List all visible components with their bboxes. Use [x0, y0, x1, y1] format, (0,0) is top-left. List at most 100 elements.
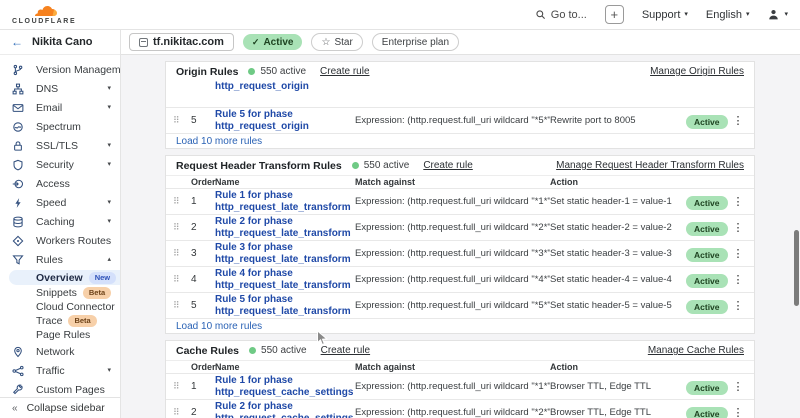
- drag-handle-icon[interactable]: [173, 381, 191, 392]
- drag-handle-icon[interactable]: [173, 248, 191, 259]
- kebab-menu-icon[interactable]: [733, 273, 744, 286]
- spectrum-icon: [12, 120, 25, 133]
- status-badge: Active: [686, 300, 728, 314]
- active-dot-icon: [352, 162, 359, 169]
- sidebar-nav: Version Management DNS Email Spectrum SS…: [0, 55, 120, 397]
- drag-handle-icon[interactable]: [173, 274, 191, 285]
- sidebar-item-spectrum[interactable]: Spectrum: [0, 117, 120, 136]
- sidebar-item-overview[interactable]: Overview New: [9, 270, 120, 285]
- drag-handle-icon[interactable]: [173, 115, 191, 126]
- sidebar-item-workers-routes[interactable]: Workers Routes: [0, 231, 120, 250]
- account-header[interactable]: Nikita Cano: [0, 30, 120, 55]
- sidebar-item-custom-pages[interactable]: Custom Pages: [0, 380, 120, 397]
- sidebar-item-snippets[interactable]: Snippets Beta: [0, 286, 120, 299]
- search-label: Go to...: [551, 9, 587, 21]
- origin-rules-section: Origin Rules 550 active Create rule Mana…: [165, 61, 755, 149]
- sidebar-item-cloud-connector[interactable]: Cloud Connector Beta: [0, 300, 120, 313]
- search-icon: [535, 9, 546, 20]
- add-site-button[interactable]: [605, 5, 624, 24]
- chevron-down-icon: [107, 218, 111, 225]
- table-row[interactable]: 3 Rule 3 for phase http_request_late_tra…: [166, 240, 754, 266]
- sidebar-item-trace[interactable]: Trace Beta: [0, 314, 120, 327]
- rule-name-link[interactable]: Rule 5 for phase http_request_origin: [215, 109, 355, 133]
- kebab-menu-icon[interactable]: [733, 114, 744, 127]
- check-icon: [252, 37, 260, 48]
- sidebar-item-network[interactable]: Network: [0, 342, 120, 361]
- zone-selector-button[interactable]: tf.nikitac.com: [129, 33, 234, 51]
- cloudflare-logo[interactable]: CLOUDFLARE: [12, 4, 76, 25]
- manage-origin-rules-link[interactable]: Manage Origin Rules: [650, 66, 744, 77]
- lock-icon: [12, 139, 25, 152]
- beta-badge: Beta: [83, 287, 111, 299]
- drag-handle-icon[interactable]: [173, 196, 191, 207]
- wrench-icon: [12, 383, 25, 396]
- route-icon: [12, 234, 25, 247]
- rule-name-link[interactable]: Rule 3 for phase http_request_late_trans…: [215, 242, 355, 266]
- kebab-menu-icon[interactable]: [733, 221, 744, 234]
- table-row[interactable]: 1 Rule 1 for phase http_request_cache_se…: [166, 373, 754, 399]
- chevron-down-icon: [684, 11, 688, 18]
- drag-handle-icon[interactable]: [173, 300, 191, 311]
- sidebar-item-dns[interactable]: DNS: [0, 79, 120, 98]
- rule-name-link[interactable]: Rule 2 for phase http_request_late_trans…: [215, 216, 355, 240]
- collapse-sidebar-button[interactable]: Collapse sidebar: [0, 397, 120, 418]
- git-branch-icon: [12, 63, 25, 76]
- create-origin-rule-link[interactable]: Create rule: [320, 66, 369, 77]
- manage-cache-rules-link[interactable]: Manage Cache Rules: [648, 345, 744, 356]
- chevron-up-icon: [107, 256, 111, 263]
- back-arrow-icon[interactable]: [11, 35, 23, 49]
- rule-name-link[interactable]: Rule 1 for phase http_request_cache_sett…: [215, 375, 355, 399]
- sidebar-item-caching[interactable]: Caching: [0, 212, 120, 231]
- table-row[interactable]: 5 Rule 5 for phase http_request_late_tra…: [166, 292, 754, 318]
- kebab-menu-icon[interactable]: [733, 299, 744, 312]
- origin-load-more: Load 10 more rules: [166, 133, 754, 149]
- sidebar-item-speed[interactable]: Speed: [0, 193, 120, 212]
- sidebar-item-email[interactable]: Email: [0, 98, 120, 117]
- vertical-scrollbar[interactable]: [794, 230, 799, 306]
- sidebar-item-rules[interactable]: Rules: [0, 250, 120, 269]
- rule-name-link[interactable]: Rule 5 for phase http_request_late_trans…: [215, 294, 355, 318]
- language-menu[interactable]: English: [706, 9, 750, 21]
- create-cache-rule-link[interactable]: Create rule: [321, 345, 370, 356]
- sidebar-item-ssl-tls[interactable]: SSL/TLS: [0, 136, 120, 155]
- rule-name-link[interactable]: Rule 4 for phase http_request_late_trans…: [215, 268, 355, 292]
- manage-transform-rules-link[interactable]: Manage Request Header Transform Rules: [556, 160, 744, 171]
- table-row-clipped[interactable]: http_request_origin: [166, 81, 754, 107]
- create-transform-rule-link[interactable]: Create rule: [423, 160, 472, 171]
- table-column-headers: Order Name Match against Action: [166, 175, 754, 188]
- sidebar-item-version-management[interactable]: Version Management: [0, 60, 120, 79]
- cache-rules-header: Cache Rules 550 active Create rule Manag…: [166, 341, 754, 360]
- kebab-menu-icon[interactable]: [733, 195, 744, 208]
- rule-name-link[interactable]: Rule 1 for phase http_request_late_trans…: [215, 190, 355, 214]
- drag-handle-icon[interactable]: [173, 407, 191, 418]
- star-button[interactable]: Star: [311, 33, 362, 51]
- bolt-icon: [12, 196, 25, 209]
- sidebar-item-traffic[interactable]: Traffic: [0, 361, 120, 380]
- beta-badge: Beta: [68, 315, 96, 327]
- chevron-down-icon: [107, 104, 111, 111]
- drag-handle-icon[interactable]: [173, 222, 191, 233]
- table-row[interactable]: 5 Rule 5 for phase http_request_origin E…: [166, 107, 754, 133]
- table-row[interactable]: 2 Rule 2 for phase http_request_cache_se…: [166, 399, 754, 418]
- sidebar-item-page-rules[interactable]: Page Rules: [0, 328, 120, 341]
- sidebar-item-access[interactable]: Access: [0, 174, 120, 193]
- kebab-menu-icon[interactable]: [733, 406, 744, 418]
- sidebar-item-security[interactable]: Security: [0, 155, 120, 174]
- load-more-link[interactable]: Load 10 more rules: [176, 136, 262, 147]
- star-icon: [321, 37, 330, 48]
- kebab-menu-icon[interactable]: [733, 380, 744, 393]
- zone-status-badge: Active: [243, 34, 303, 50]
- chevron-down-icon: [107, 367, 111, 374]
- table-row[interactable]: 2 Rule 2 for phase http_request_late_tra…: [166, 214, 754, 240]
- table-row[interactable]: 1 Rule 1 for phase http_request_late_tra…: [166, 188, 754, 214]
- active-dot-icon: [248, 68, 255, 75]
- support-menu[interactable]: Support: [642, 9, 688, 21]
- global-search[interactable]: Go to...: [535, 9, 587, 21]
- load-more-link[interactable]: Load 10 more rules: [176, 321, 262, 332]
- kebab-menu-icon[interactable]: [733, 247, 744, 260]
- table-row[interactable]: 4 Rule 4 for phase http_request_late_tra…: [166, 266, 754, 292]
- account-name: Nikita Cano: [32, 36, 93, 48]
- user-account-menu[interactable]: [767, 8, 788, 21]
- chevron-down-icon: [107, 142, 111, 149]
- rule-name-link[interactable]: Rule 2 for phase http_request_cache_sett…: [215, 401, 355, 418]
